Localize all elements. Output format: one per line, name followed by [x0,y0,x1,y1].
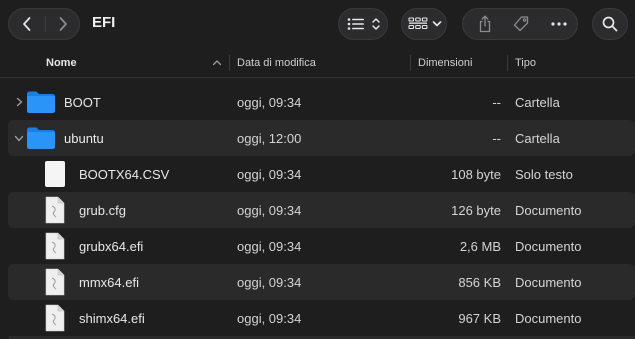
column-name-header[interactable]: Nome [46,48,77,77]
tag-button[interactable] [505,9,537,39]
tag-icon [513,16,529,32]
file-kind: Documento [515,202,582,218]
column-header: Nome Data di modifica Dimensioni Tipo [0,48,635,78]
file-row[interactable]: ubuntu oggi, 12:00 -- Cartella [8,120,635,156]
column-divider[interactable] [229,55,230,71]
file-name: ubuntu [64,130,104,146]
grid-group-icon [407,9,429,39]
window-title: EFI [92,14,116,31]
chevron-left-icon [23,17,31,31]
sort-ascending-icon [212,60,222,66]
document-icon [45,268,65,296]
file-row[interactable]: BOOT oggi, 09:34 -- Cartella [8,84,635,120]
column-divider[interactable] [507,55,508,71]
chevron-right-icon [59,17,67,31]
file-size: 856 KB [458,274,501,290]
file-row[interactable]: BOOTX64.CSV oggi, 09:34 108 byte Solo te… [8,156,635,192]
file-kind: Documento [515,310,582,326]
file-name: BOOT [64,94,101,110]
document-icon [45,232,65,260]
search-button[interactable] [592,8,628,40]
file-name: mmx64.efi [79,274,139,290]
toolbar: EFI [0,0,635,48]
chevron-down-icon [430,9,444,39]
file-name: grub.cfg [79,202,126,218]
view-options-button[interactable] [338,8,388,40]
file-date: oggi, 09:34 [237,202,302,218]
list-view-icon [345,9,367,39]
file-row[interactable]: grub.cfg oggi, 09:34 126 byte Documento [8,192,635,228]
file-kind: Documento [515,238,582,254]
file-size: 126 byte [451,202,501,218]
column-kind-header[interactable]: Tipo [515,48,536,77]
file-size: 108 byte [451,166,501,182]
share-icon [479,15,491,33]
disclosure-expanded-icon[interactable] [12,120,26,156]
column-size-header[interactable]: Dimensioni [418,48,472,77]
file-kind: Documento [515,274,582,290]
file-row[interactable]: mmx64.efi oggi, 09:34 856 KB Documento [8,264,635,300]
file-name: grubx64.efi [79,238,144,254]
file-kind: Solo testo [515,166,573,182]
ellipsis-icon [551,22,567,26]
file-date: oggi, 12:00 [237,130,302,146]
document-icon [45,304,65,332]
file-kind: Cartella [515,130,560,146]
file-size: 2,6 MB [459,238,501,254]
file-date: oggi, 09:34 [237,166,302,182]
search-icon [593,9,627,39]
back-button[interactable] [9,9,45,39]
text-file-icon [45,161,65,187]
file-size: -- [492,94,501,110]
file-size: -- [492,130,501,146]
file-date: oggi, 09:34 [237,274,302,290]
navigation-group [8,8,80,40]
file-name: shimx64.efi [79,310,145,326]
actions-group [462,8,578,40]
group-button[interactable] [401,8,447,40]
column-divider[interactable] [410,55,411,71]
file-size: 967 KB [458,310,501,326]
folder-icon [27,127,55,149]
disclosure-collapsed-icon[interactable] [12,84,26,120]
more-button[interactable] [543,9,575,39]
file-date: oggi, 09:34 [237,310,302,326]
document-icon [45,196,65,224]
forward-button[interactable] [45,9,81,39]
share-button[interactable] [469,9,501,39]
folder-icon [27,91,55,113]
file-name: BOOTX64.CSV [79,166,170,182]
file-date: oggi, 09:34 [237,94,302,110]
file-date: oggi, 09:34 [237,238,302,254]
file-kind: Cartella [515,94,560,110]
file-row[interactable]: grubx64.efi oggi, 09:34 2,6 MB Documento [8,228,635,264]
file-row[interactable]: shimx64.efi oggi, 09:34 967 KB Documento [8,300,635,336]
column-date-header[interactable]: Data di modifica [237,48,316,77]
updown-chevron-icon [369,9,383,39]
